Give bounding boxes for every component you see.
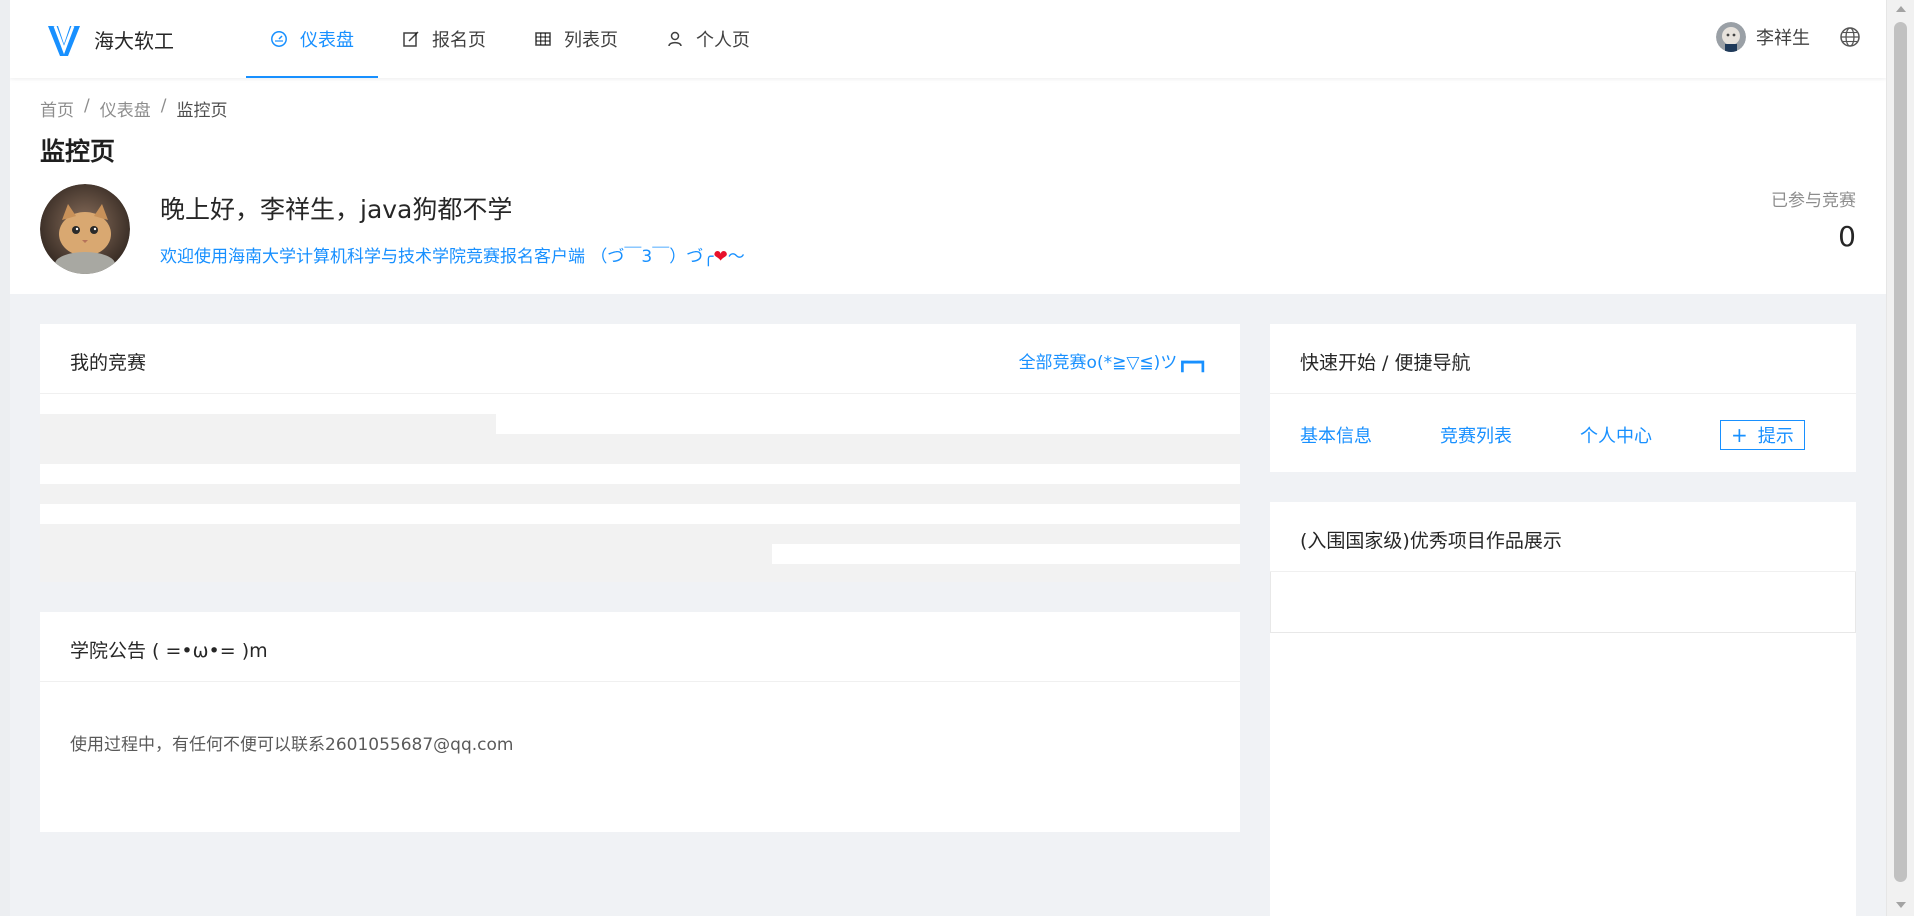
welcome-main: 欢迎使用海南大学计算机科学与技术学院竞赛报名客户端 （づ￣3￣）づ╭: [160, 247, 714, 267]
breadcrumb-home[interactable]: 首页: [40, 96, 74, 121]
main-nav: 仪表盘 报名页 列表页 个人页: [246, 0, 774, 78]
nav-label: 个人页: [696, 30, 750, 51]
window-edge: [0, 0, 10, 916]
breadcrumb-dashboard[interactable]: 仪表盘: [100, 96, 151, 121]
plus-icon: +: [1731, 423, 1748, 447]
page-scrollbar[interactable]: [1886, 0, 1914, 916]
card-header: 我的竞赛 全部竞赛o(*≧▽≦)ツ┏━┓: [40, 324, 1240, 394]
nav-item-profile[interactable]: 个人页: [642, 0, 774, 78]
quick-link-basic-info[interactable]: 基本信息: [1300, 422, 1372, 448]
skeleton-bar: [40, 414, 496, 434]
showcase-content: [1270, 572, 1856, 633]
showcase-card: (入围国家级)优秀项目作品展示: [1270, 502, 1856, 916]
stat-label: 已参与竞赛: [1771, 191, 1856, 211]
greeting-text: 晚上好，李祥生，java狗都不学: [160, 195, 513, 224]
logo-icon[interactable]: [44, 20, 84, 60]
breadcrumb: 首页 / 仪表盘 / 监控页: [40, 96, 227, 121]
user-icon: [668, 31, 682, 47]
skeleton-bar: [40, 434, 1240, 464]
card-title: 我的竞赛: [70, 352, 147, 374]
welcome-text: 欢迎使用海南大学计算机科学与技术学院竞赛报名客户端 （づ￣3￣）づ╭❤～: [160, 242, 745, 267]
quick-links: 基本信息 竞赛列表 个人中心 + 提示: [1300, 420, 1805, 450]
nav-item-dashboard[interactable]: 仪表盘: [246, 0, 378, 78]
dashboard-icon: [271, 31, 287, 47]
announcement-text: 使用过程中，有任何不便可以联系2601055687@qq.com: [70, 735, 514, 755]
globe-icon[interactable]: [1839, 26, 1861, 48]
skeleton-bar: [40, 524, 1240, 544]
avatar: [1716, 22, 1746, 52]
quick-link-personal-center[interactable]: 个人中心: [1580, 422, 1652, 448]
card-header: (入围国家级)优秀项目作品展示: [1270, 502, 1856, 572]
table-icon: [535, 32, 551, 46]
announcements-card: 学院公告 ( =•ω•= )m 使用过程中，有任何不便可以联系260105568…: [40, 612, 1240, 832]
scroll-down-icon[interactable]: [1896, 902, 1906, 908]
quick-link-competition-list[interactable]: 竞赛列表: [1440, 422, 1512, 448]
heart-icon: ❤: [713, 247, 728, 267]
user-name: 李祥生: [1756, 28, 1810, 49]
nav-label: 列表页: [564, 30, 618, 51]
skeleton-bar: [40, 564, 1240, 582]
browser-viewport: 海大软工 仪表盘 报名页 列表页 个人页 李祥生 首页 / 仪表盘 / 监控页 …: [0, 0, 1914, 916]
profile-avatar: [40, 184, 130, 274]
card-title: (入围国家级)优秀项目作品展示: [1300, 530, 1562, 552]
card-header: 快速开始 / 便捷导航: [1270, 324, 1856, 394]
breadcrumb-separator: /: [160, 96, 167, 116]
brand-name[interactable]: 海大软工: [94, 25, 174, 54]
my-competitions-card: 我的竞赛 全部竞赛o(*≧▽≦)ツ┏━┓: [40, 324, 1240, 582]
app-root: 海大软工 仪表盘 报名页 列表页 个人页 李祥生 首页 / 仪表盘 / 监控页 …: [10, 0, 1886, 916]
page-title: 监控页: [40, 137, 116, 166]
skeleton-bar: [40, 484, 1240, 504]
skeleton-bar: [40, 544, 772, 564]
all-competitions-link[interactable]: 全部竞赛o(*≧▽≦)ツ┏━┓: [1019, 348, 1208, 373]
nav-item-list[interactable]: 列表页: [510, 0, 642, 78]
card-header: 学院公告 ( =•ω•= )m: [40, 612, 1240, 682]
nav-item-signup[interactable]: 报名页: [378, 0, 510, 78]
edit-icon: [403, 31, 419, 47]
scroll-up-icon[interactable]: [1896, 6, 1906, 12]
top-header: 海大软工 仪表盘 报名页 列表页 个人页 李祥生: [10, 0, 1886, 78]
stat-value: 0: [1838, 220, 1856, 253]
card-title: 学院公告 ( =•ω•= )m: [70, 640, 268, 662]
quick-nav-card: 快速开始 / 便捷导航 基本信息 竞赛列表 个人中心 + 提示: [1270, 324, 1856, 472]
add-tip-label: 提示: [1757, 426, 1794, 447]
breadcrumb-current: 监控页: [176, 101, 228, 121]
nav-label: 报名页: [432, 30, 486, 51]
add-tip-button[interactable]: + 提示: [1720, 420, 1805, 450]
user-menu[interactable]: 李祥生: [1716, 22, 1810, 52]
nav-label: 仪表盘: [300, 30, 354, 51]
scroll-thumb[interactable]: [1894, 22, 1907, 882]
breadcrumb-separator: /: [84, 96, 90, 116]
page-header: 首页 / 仪表盘 / 监控页 监控页 晚上好，李祥生，java狗都不学 欢迎使用…: [10, 78, 1886, 294]
welcome-tail: ～: [727, 247, 745, 267]
card-title: 快速开始 / 便捷导航: [1300, 352, 1471, 374]
